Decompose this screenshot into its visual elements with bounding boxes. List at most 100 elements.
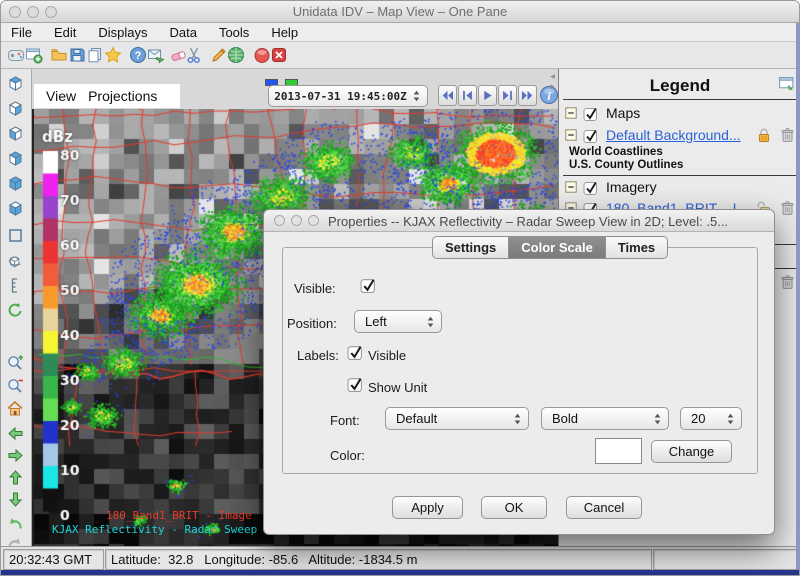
- spinner-arrows-icon: [513, 413, 528, 425]
- dialog-minimize-button[interactable]: [291, 215, 302, 226]
- layer-visibility-checkbox[interactable]: [583, 128, 598, 143]
- color-label: Color:: [330, 448, 365, 463]
- window-border: [796, 23, 799, 570]
- help-icon[interactable]: ?: [129, 46, 147, 64]
- main-window: Unidata IDV – Map View – One Pane File E…: [0, 0, 800, 576]
- dialog-zoom-button[interactable]: [308, 215, 319, 226]
- title-bar: Unidata IDV – Map View – One Pane: [1, 1, 799, 23]
- cancel-button[interactable]: Cancel: [566, 496, 642, 519]
- position-select[interactable]: Left: [354, 310, 442, 333]
- cube-left-icon[interactable]: [6, 124, 25, 143]
- collapse-icon[interactable]: [565, 181, 577, 193]
- cut-icon[interactable]: [185, 46, 203, 64]
- sublayer-label: U.S. County Outlines: [569, 159, 683, 171]
- menu-bar: File Edit Displays Data Tools Help: [1, 23, 799, 42]
- auto-rotate-icon[interactable]: [6, 301, 25, 320]
- apply-button[interactable]: Apply: [392, 496, 463, 519]
- cube-top-icon[interactable]: [6, 74, 25, 93]
- clock-readout: 20:32:43 GMT: [3, 549, 104, 570]
- collapse-icon[interactable]: [565, 107, 577, 119]
- layer-link[interactable]: Default Background...: [606, 127, 752, 143]
- visible-label: Visible:: [294, 281, 336, 296]
- menu-help[interactable]: Help: [271, 25, 298, 40]
- rewind-button[interactable]: [438, 85, 457, 106]
- menu-projections[interactable]: Projections: [88, 88, 157, 104]
- position-label: Position:: [287, 316, 337, 331]
- cube-front-icon[interactable]: [6, 174, 25, 193]
- divider: [563, 175, 797, 176]
- trash-icon[interactable]: [780, 200, 795, 216]
- trash-icon[interactable]: [780, 274, 795, 290]
- dialog-close-button[interactable]: [274, 215, 285, 226]
- cube-side-icon[interactable]: [6, 199, 25, 218]
- dialog-title-bar: Properties -- KJAX Reflectivity – Radar …: [264, 210, 774, 232]
- new-window-icon[interactable]: [25, 46, 43, 64]
- globe-icon[interactable]: [227, 46, 245, 64]
- spinner-arrows-icon[interactable]: [412, 90, 427, 102]
- home-view-icon[interactable]: [6, 399, 25, 418]
- visible-checkbox[interactable]: [360, 277, 376, 293]
- labels-visible-label: Visible: [368, 348, 406, 363]
- exit-icon[interactable]: [270, 46, 288, 64]
- animation-time-select[interactable]: 2013-07-31 19:45:00Z: [268, 85, 428, 107]
- tab-times[interactable]: Times: [606, 236, 668, 259]
- menu-edit[interactable]: Edit: [54, 25, 76, 40]
- font-style-select[interactable]: Bold: [541, 407, 669, 430]
- zoom-in-icon[interactable]: [6, 353, 25, 372]
- lock-icon[interactable]: [756, 127, 772, 143]
- view-toolbar: [1, 69, 32, 546]
- rotate-cube-icon[interactable]: [6, 251, 25, 270]
- legend-splitter-handle[interactable]: ◂▸: [547, 71, 558, 93]
- maps-visibility-checkbox[interactable]: [583, 106, 598, 121]
- dialog-tabs: Settings Color Scale Times: [432, 236, 668, 259]
- legend-title: Legend: [559, 76, 800, 96]
- change-color-button[interactable]: Change: [651, 440, 732, 463]
- copy-icon[interactable]: [86, 46, 104, 64]
- category-label: Imagery: [606, 179, 657, 195]
- dashboard-icon[interactable]: [7, 46, 25, 64]
- imagery-visibility-checkbox[interactable]: [583, 180, 598, 195]
- favorites-icon[interactable]: [104, 46, 122, 64]
- save-icon[interactable]: [68, 46, 86, 64]
- menu-displays[interactable]: Displays: [98, 25, 147, 40]
- fast-forward-button[interactable]: [518, 85, 537, 106]
- cube-top-right-icon[interactable]: [6, 149, 25, 168]
- menu-data[interactable]: Data: [169, 25, 196, 40]
- pan-up-icon[interactable]: [6, 468, 25, 487]
- pan-left-icon[interactable]: [6, 424, 25, 443]
- font-name-select[interactable]: Default: [385, 407, 529, 430]
- show-unit-checkbox[interactable]: [347, 376, 363, 392]
- step-forward-button[interactable]: [498, 85, 517, 106]
- ok-button[interactable]: OK: [481, 496, 547, 519]
- animation-controls: i: [438, 85, 560, 106]
- vertical-range-icon[interactable]: [6, 276, 25, 295]
- cube-right-icon[interactable]: [6, 99, 25, 118]
- undo-icon[interactable]: [6, 515, 25, 534]
- open-folder-icon[interactable]: [50, 46, 68, 64]
- pan-down-icon[interactable]: [6, 490, 25, 509]
- labels-visible-checkbox[interactable]: [347, 344, 363, 360]
- category-label: Maps: [606, 105, 640, 121]
- menu-file[interactable]: File: [11, 25, 32, 40]
- play-button[interactable]: [478, 85, 497, 106]
- step-back-button[interactable]: [458, 85, 477, 106]
- collapse-icon[interactable]: [565, 129, 577, 141]
- menu-tools[interactable]: Tools: [219, 25, 249, 40]
- legend-category-maps: Maps: [565, 104, 797, 122]
- pan-right-icon[interactable]: [6, 446, 25, 465]
- font-name-value: Default: [386, 411, 513, 426]
- flat-view-icon[interactable]: [6, 226, 25, 245]
- animation-time-value: 2013-07-31 19:45:00Z: [269, 90, 412, 103]
- zoom-out-icon[interactable]: [6, 376, 25, 395]
- tab-settings[interactable]: Settings: [432, 236, 509, 259]
- legend-item-default-background: Default Background...: [565, 126, 797, 144]
- dialog-title: Properties -- KJAX Reflectivity – Radar …: [328, 214, 758, 229]
- support-request-icon[interactable]: [147, 46, 165, 64]
- float-legend-icon[interactable]: [778, 75, 795, 92]
- menu-view[interactable]: View: [46, 88, 76, 104]
- tab-color-scale[interactable]: Color Scale: [509, 236, 606, 259]
- edit-icon[interactable]: [210, 46, 228, 64]
- font-size-select[interactable]: 20: [680, 407, 742, 430]
- stop-icon[interactable]: [253, 46, 271, 64]
- trash-icon[interactable]: [780, 127, 795, 143]
